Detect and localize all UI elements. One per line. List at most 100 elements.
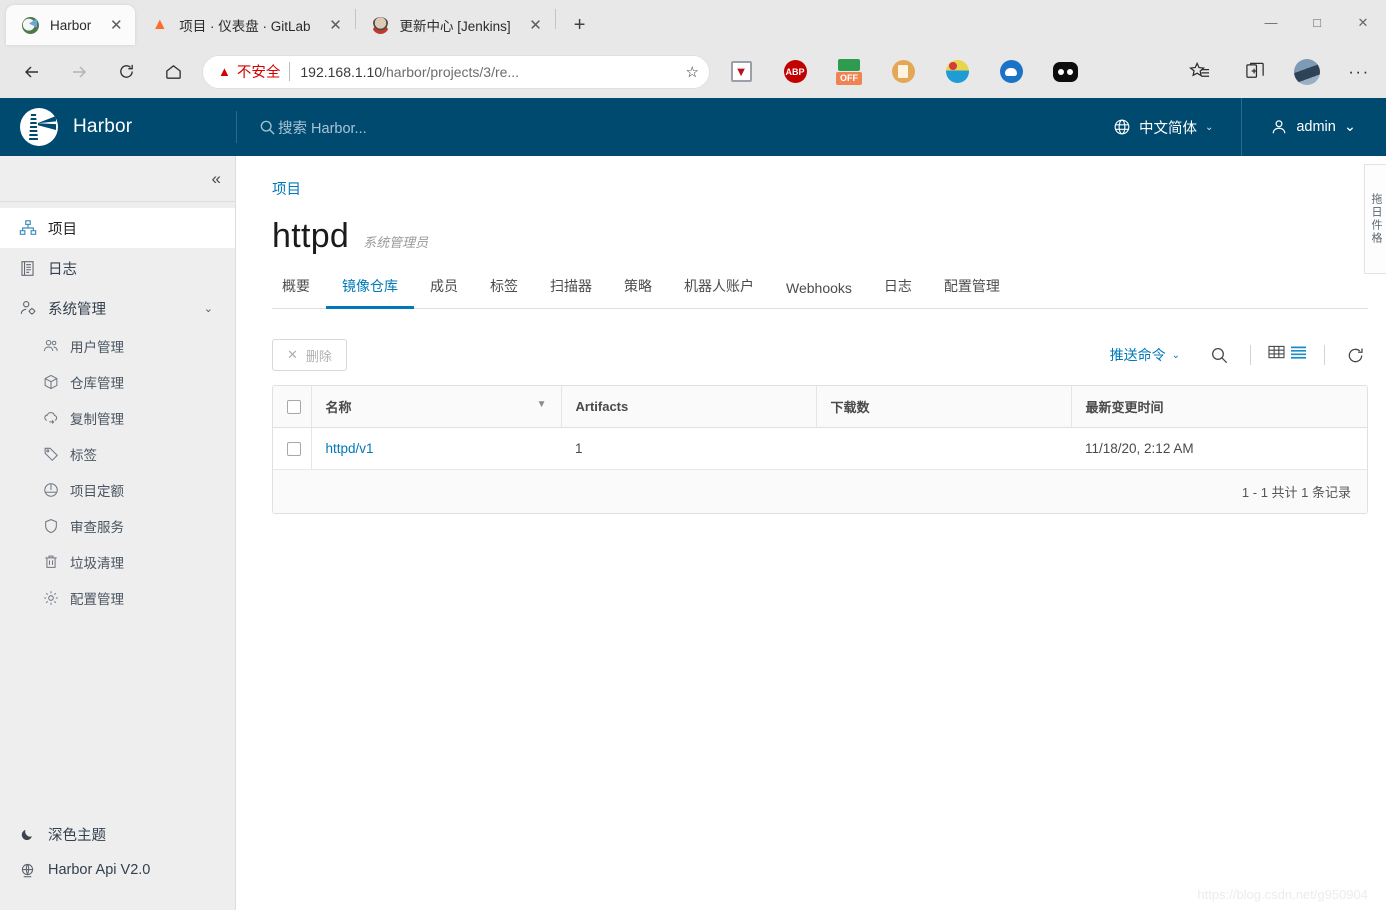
adblock-plus-extension-icon[interactable]: ABP [780,57,810,87]
user-menu[interactable]: admin ⌄ [1241,98,1386,156]
breadcrumb[interactable]: 项目 [272,178,1386,199]
sidebar-subitem-labels[interactable]: 标签 [0,436,235,472]
cloud-extension-icon[interactable] [996,57,1026,87]
chevron-down-icon: ⌄ [1171,349,1180,361]
row-checkbox[interactable] [287,441,301,456]
column-header-modified[interactable]: 最新变更时间 [1071,386,1367,428]
sidebar-subitem-interrogation-services[interactable]: 审查服务 [0,508,235,544]
browser-tab-title: Harbor [50,17,92,33]
tab-members[interactable]: 成员 [414,268,474,309]
document-extension-icon[interactable] [888,57,918,87]
tab-robot-accounts[interactable]: 机器人账户 [668,268,770,309]
tab-policy[interactable]: 策略 [608,268,668,309]
star-icon[interactable]: ☆ [686,63,699,81]
sidebar-subitem-replications[interactable]: 复制管理 [0,400,235,436]
column-header-name[interactable]: 名称 ▼ [311,386,562,428]
select-all-checkbox[interactable] [287,399,301,414]
toggle-off-extension-icon[interactable]: OFF [834,57,864,87]
window-controls: — □ ✕ [1248,0,1386,45]
tab-labels[interactable]: 标签 [474,268,534,309]
sidebar-item-administration[interactable]: 系统管理 ⌄ [0,288,235,328]
column-label: 最新变更时间 [1085,400,1164,415]
sidebar-item-logs[interactable]: 日志 [0,248,235,288]
chevron-down-icon: ⌄ [203,302,213,315]
view-toggle[interactable] [1268,345,1307,365]
tab-webhooks[interactable]: Webhooks [770,272,868,309]
push-command-dropdown[interactable]: 推送命令 ⌄ [1110,345,1180,365]
language-selector[interactable]: 中文简体 ⌄ [1085,98,1241,156]
grid-view-icon[interactable] [1268,345,1285,365]
browser-tab-close-icon[interactable]: ✕ [103,12,129,38]
url-host: 192.168.1.10 [300,63,383,80]
project-role-label: 系统管理员 [363,235,429,250]
sidebar-item-projects[interactable]: 项目 [0,208,235,248]
table-toolbar: ✕ 删除 推送命令 ⌄ [272,339,1368,371]
back-arrow-icon[interactable] [14,54,50,90]
browser-tab-harbor[interactable]: Harbor ✕ [6,5,136,45]
sidebar-subitem-project-quotas[interactable]: 项目定额 [0,472,235,508]
column-header-artifacts[interactable]: Artifacts [561,386,817,428]
favorites-star-icon[interactable] [1182,55,1216,89]
window-minimize-button[interactable]: — [1248,7,1294,39]
column-label: 名称 [325,400,352,415]
harbor-brand-label: Harbor [73,116,133,137]
collections-icon[interactable] [1238,55,1272,89]
refresh-icon[interactable] [1342,342,1368,368]
table-row[interactable]: httpd/v1 1 11/18/20, 2:12 AM [273,427,1367,470]
sidebar-item-harbor-api[interactable]: Harbor Api V2.0 [0,852,235,888]
sidebar-item-label: 系统管理 [48,301,106,318]
delete-button[interactable]: ✕ 删除 [272,339,347,371]
registry-icon [42,374,59,391]
fruit-extension-icon[interactable] [942,57,972,87]
browser-tab-close-icon[interactable]: ✕ [523,12,549,38]
search-icon[interactable] [1206,342,1232,368]
browser-tab-gitlab[interactable]: ▲ 项目 · 仪表盘 · GitLab ✕ [135,5,354,45]
forward-arrow-icon[interactable] [61,54,97,90]
harbor-brand[interactable]: Harbor [0,108,236,146]
address-url-text: 192.168.1.10/harbor/projects/3/re... [300,64,679,80]
window-close-button[interactable]: ✕ [1340,7,1386,39]
refresh-icon[interactable] [108,54,144,90]
window-maximize-button[interactable]: □ [1294,7,1340,39]
breadcrumb-link-projects[interactable]: 项目 [272,182,301,198]
sidebar-subitem-users[interactable]: 用户管理 [0,328,235,364]
pagination-label: 1 - 1 共计 1 条记录 [1241,485,1351,500]
list-view-icon[interactable] [1290,345,1307,365]
column-label: Artifacts [575,399,629,414]
cell-downloads [816,427,1071,470]
home-icon[interactable] [155,54,191,90]
column-header-downloads[interactable]: 下载数 [816,386,1072,428]
black-pill-extension-icon[interactable] [1050,57,1080,87]
new-tab-button[interactable]: + [565,10,595,40]
profile-avatar[interactable] [1294,58,1320,85]
sidebar-subitem-garbage-collection[interactable]: 垃圾清理 [0,544,235,580]
tab-configuration[interactable]: 配置管理 [928,268,1016,309]
sidebar-subitem-label: 复制管理 [70,412,124,427]
harbor-search-box[interactable]: 搜索 Harbor... [237,117,1085,138]
labels-tag-icon [42,446,59,463]
toolbar-right-actions: 推送命令 ⌄ [1110,342,1368,368]
side-panel-handle[interactable]: 拖日件格 [1364,164,1386,274]
sidebar-subitem-configuration[interactable]: 配置管理 [0,580,235,616]
browser-tab-close-icon[interactable]: ✕ [323,12,349,38]
repository-link[interactable]: httpd/v1 [326,441,374,456]
jenkins-favicon [371,16,389,34]
filter-funnel-icon[interactable]: ▼ [537,399,547,410]
sidebar-bottom: 深色主题 Harbor Api V2.0 [0,816,235,910]
ublock-origin-extension-icon[interactable]: ▼ [726,57,756,87]
sidebar-subitem-registries[interactable]: 仓库管理 [0,364,235,400]
browser-tab-jenkins[interactable]: 更新中心 [Jenkins] ✕ [356,5,555,45]
tab-summary[interactable]: 概要 [272,268,326,309]
moon-dark-theme-icon [18,825,37,844]
more-options-icon[interactable]: ··· [1342,62,1376,82]
address-bar[interactable]: ▲ 不安全 192.168.1.10/harbor/projects/3/re.… [202,54,710,89]
tab-logs[interactable]: 日志 [868,268,928,309]
warning-triangle-icon: ▲ [218,64,231,79]
replication-icon [42,410,59,427]
tab-scanner[interactable]: 扫描器 [534,268,608,309]
tab-repositories[interactable]: 镜像仓库 [326,268,414,309]
harbor-search-placeholder: 搜索 Harbor... [278,120,367,137]
sidebar-collapse-button[interactable]: « [0,156,235,202]
sidebar-item-dark-theme[interactable]: 深色主题 [0,816,235,852]
harbor-favicon [22,16,39,34]
